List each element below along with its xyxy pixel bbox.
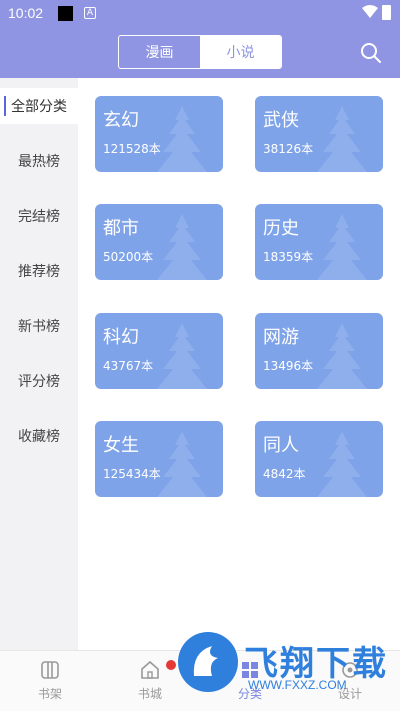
battery-icon [382,5,391,20]
pagoda-icon [317,214,367,280]
sidebar-item-rating[interactable]: 评分榜 [0,363,78,399]
bookstore-icon [141,660,159,679]
category-card[interactable]: 女生 125434本 [95,421,223,497]
tab-novels[interactable]: 小说 [200,36,281,68]
tab-comics[interactable]: 漫画 [119,36,200,68]
status-time: 10:02 [8,5,44,21]
content-type-switch: 漫画 小说 [118,35,282,69]
category-name: 科幻 [103,327,139,348]
pagoda-icon [157,106,207,172]
pagoda-icon [157,214,207,280]
notification-dot [166,660,176,670]
category-card[interactable]: 同人 4842本 [255,421,383,497]
sidebar-item-favorites[interactable]: 收藏榜 [0,418,78,454]
pagoda-icon [157,431,207,497]
category-name: 历史 [263,218,299,239]
watermark-url: WWW.FXXZ.COM [248,678,347,692]
sidebar-item-new-books[interactable]: 新书榜 [0,308,78,344]
category-count: 43767本 [103,359,154,373]
ranking-sidebar: 全部分类 最热榜 完结榜 推荐榜 新书榜 评分榜 收藏榜 [0,78,78,650]
category-count: 121528本 [103,142,161,156]
category-name: 网游 [263,327,299,348]
category-card[interactable]: 武侠 38126本 [255,96,383,172]
search-icon[interactable] [358,40,384,66]
category-card[interactable]: 都市 50200本 [95,204,223,280]
category-name: 都市 [103,218,139,239]
sidebar-item-completed[interactable]: 完结榜 [0,198,78,234]
status-bar: 10:02 A [0,0,400,28]
tab-bookshelf[interactable]: 书架 [15,659,85,705]
wifi-icon [362,5,378,18]
pagoda-icon [317,323,367,389]
pagoda-icon [317,106,367,172]
category-name: 同人 [263,435,299,456]
category-name: 武侠 [263,110,299,131]
bookshelf-icon [41,661,59,679]
sidebar-item-recommended[interactable]: 推荐榜 [0,253,78,289]
tab-label: 书架 [37,687,62,701]
sidebar-item-hottest[interactable]: 最热榜 [0,143,78,179]
pagoda-icon [157,323,207,389]
pagoda-icon [317,431,367,497]
category-count: 125434本 [103,467,161,481]
category-count: 38126本 [263,142,314,156]
category-card[interactable]: 玄幻 121528本 [95,96,223,172]
category-card[interactable]: 历史 18359本 [255,204,383,280]
category-name: 玄幻 [103,110,139,131]
category-name: 女生 [103,435,139,456]
watermark-logo-icon [178,632,238,692]
category-count: 4842本 [263,467,306,481]
notification-icon [58,6,73,21]
category-card[interactable]: 网游 13496本 [255,313,383,389]
tab-label: 书城 [137,687,162,701]
app-badge-icon: A [84,7,96,19]
category-card[interactable]: 科幻 43767本 [95,313,223,389]
category-count: 50200本 [103,250,154,264]
category-count: 13496本 [263,359,314,373]
category-count: 18359本 [263,250,314,264]
sidebar-item-all-categories[interactable]: 全部分类 [0,88,78,124]
